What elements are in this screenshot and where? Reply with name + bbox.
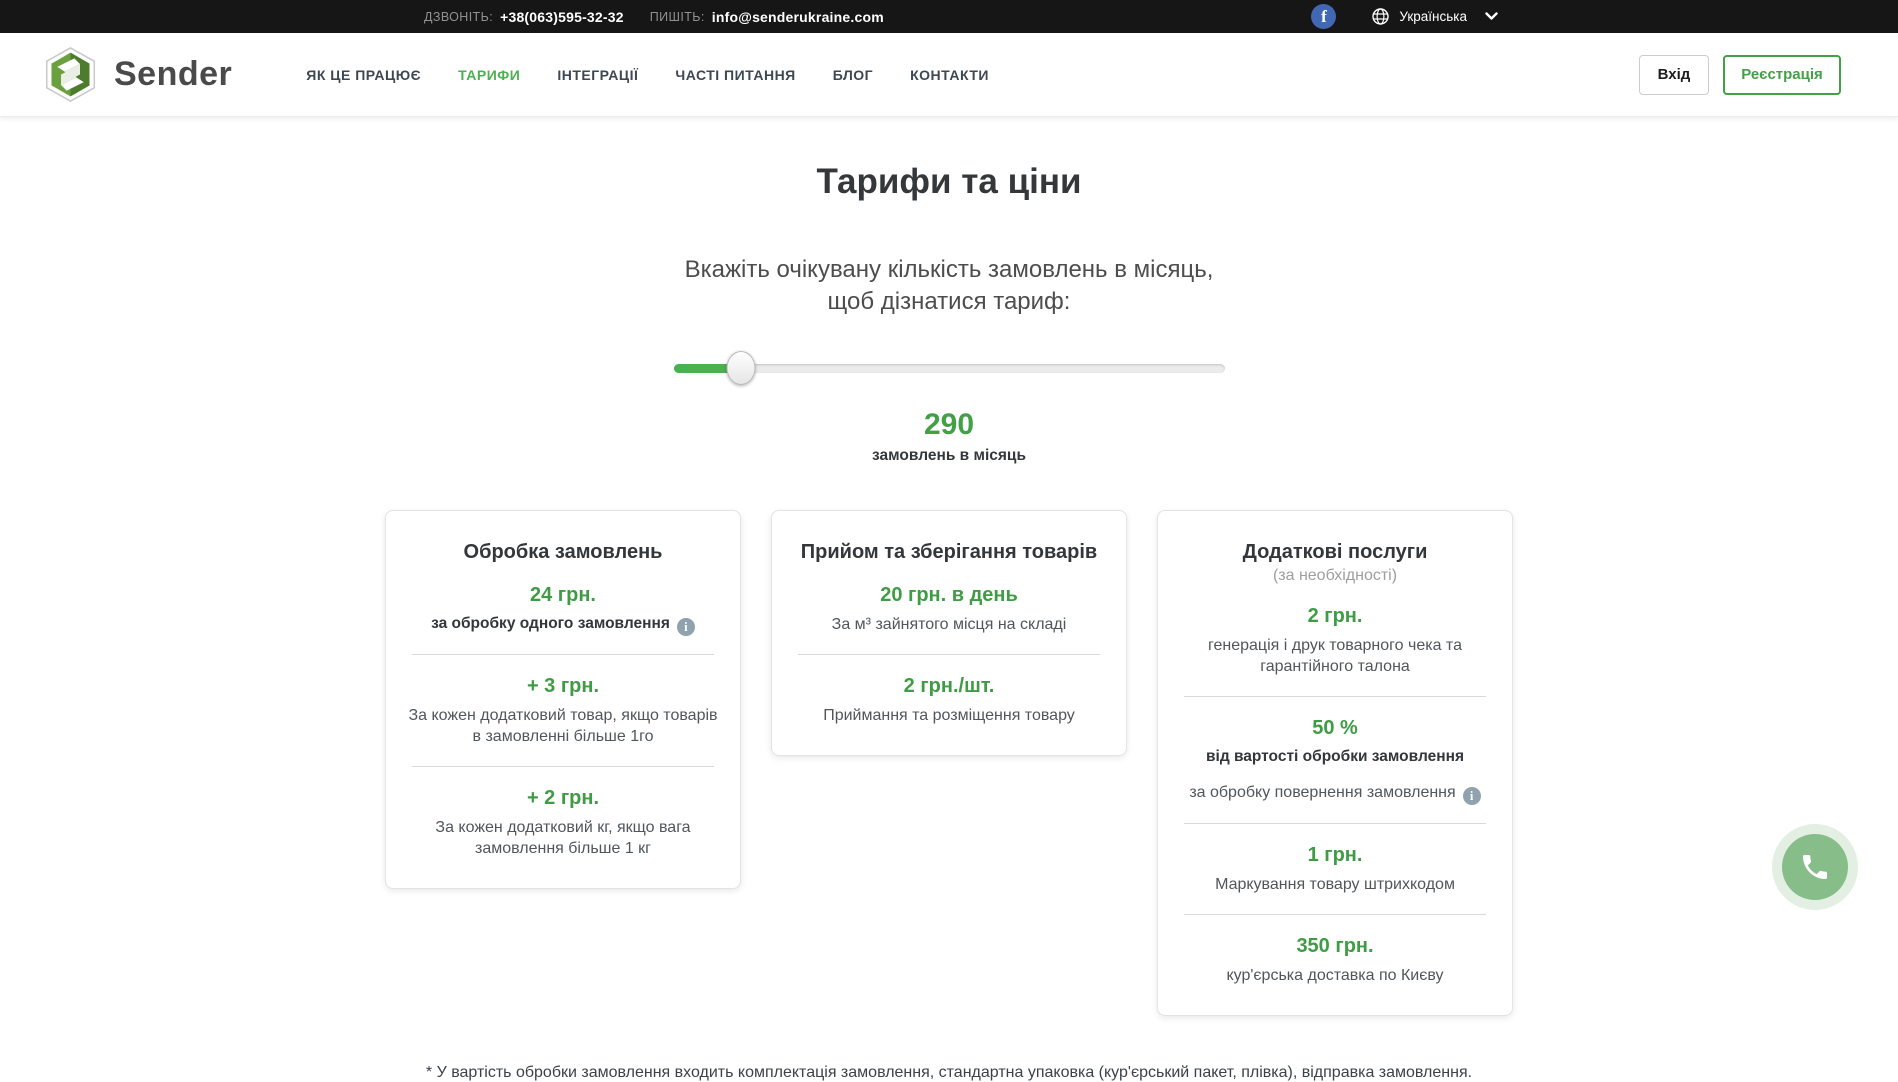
auth-buttons: Вхід Реєстрація [1639,55,1841,95]
sender-logo-icon [42,46,99,103]
globe-icon [1372,8,1389,25]
slider-question-line2: щоб дізнатися тариф: [0,286,1898,318]
topbar-right: f Українська [1311,0,1498,33]
price-value: 2 грн. [1176,605,1494,628]
orders-slider [674,351,1225,385]
card-title: Прийом та зберігання товарів [790,541,1108,564]
orders-count: 290 [0,408,1898,442]
slider-question: Вкажіть очікувану кількість замовлень в … [0,254,1898,317]
top-bar: ДЗВОНІТЬ: +38(063)595-32-32 ПИШІТЬ: info… [0,0,1898,33]
card-divider [798,654,1100,655]
write-label: ПИШІТЬ: [650,10,705,24]
facebook-icon[interactable]: f [1311,4,1336,29]
price-value: 20 грн. в день [790,584,1108,607]
pricing-card-1: Обробка замовлень 24 грн. за обробку одног… [385,510,741,888]
site-header: Sender ЯК ЦЕ ПРАЦЮЄ ТАРИФИ ІНТЕГРАЦІЇ ЧАСТІ… [0,33,1898,117]
card-title: Додаткові послуги [1176,541,1494,564]
price-bold-label: від вартості обробки замовлення [1176,747,1494,767]
brand-name: Sender [114,55,232,94]
card-title: Обробка замовлень [404,541,722,564]
price-description: за обробку повернення замовленняi [1176,783,1494,805]
pricing-card-3: Додаткові послуги (за необхідності) 2 грн.… [1157,510,1513,1015]
card-divider [412,766,714,767]
main-nav: ЯК ЦЕ ПРАЦЮЄ ТАРИФИ ІНТЕГРАЦІЇ ЧАСТІ ПИТАНН… [306,67,1026,83]
call-fab-button[interactable] [1772,824,1858,910]
price-value: 24 грн. [404,584,722,607]
slider-thumb[interactable] [727,351,756,385]
price-description: Маркування товару штрихкодом [1176,875,1494,896]
nav-item-blog[interactable]: БЛОГ [833,67,873,83]
nav-item-integrations[interactable]: ІНТЕГРАЦІЇ [557,67,638,83]
card-divider [412,654,714,655]
slider-track[interactable] [674,364,1225,373]
pricing-card-2: Прийом та зберігання товарів 20 грн. в де… [771,510,1127,756]
nav-item-faq[interactable]: ЧАСТІ ПИТАННЯ [675,67,795,83]
price-description: За кожен додатковий товар, якщо товарів … [404,706,722,748]
call-fab-inner [1782,834,1848,900]
pricing-footnote: * У вартість обробки замовлення входить … [0,1064,1898,1082]
card-subtitle: (за необхідності) [1176,567,1494,585]
card-divider [1184,914,1486,915]
price-bold-label: за обробку одного замовленняi [404,614,722,636]
price-description: За кожен додатковий кг, якщо вага замовл… [404,818,722,860]
brand-logo[interactable]: Sender [42,46,232,103]
chevron-down-icon[interactable] [1485,12,1498,21]
email-link[interactable]: info@senderukraine.com [712,9,884,25]
price-value: + 3 грн. [404,675,722,698]
call-label: ДЗВОНІТЬ: [424,10,493,24]
register-button[interactable]: Реєстрація [1723,55,1841,95]
nav-item-tariffs[interactable]: ТАРИФИ [458,67,520,83]
info-icon[interactable]: i [677,618,695,636]
phone-number[interactable]: +38(063)595-32-32 [500,9,624,25]
login-button[interactable]: Вхід [1639,55,1709,95]
phone-icon [1799,851,1831,883]
price-description: кур'єрська доставка по Києву [1176,966,1494,987]
price-value: 50 % [1176,717,1494,740]
price-description: генерація і друк товарного чека та гаран… [1176,636,1494,678]
card-divider [1184,823,1486,824]
topbar-contacts: ДЗВОНІТЬ: +38(063)595-32-32 ПИШІТЬ: info… [424,0,884,33]
price-value: 350 грн. [1176,935,1494,958]
price-value: + 2 грн. [404,787,722,810]
pricing-cards: Обробка замовлень 24 грн. за обробку одног… [0,510,1898,1015]
price-description: Приймання та розміщення товару [790,706,1108,727]
price-value: 1 грн. [1176,844,1494,867]
nav-item-how-it-works[interactable]: ЯК ЦЕ ПРАЦЮЄ [306,67,421,83]
price-value: 2 грн./шт. [790,675,1108,698]
slider-question-line1: Вкажіть очікувану кількість замовлень в … [0,254,1898,286]
nav-item-contacts[interactable]: КОНТАКТИ [910,67,989,83]
price-description: За м³ зайнятого місця на складі [790,615,1108,636]
page-title: Тарифи та ціни [0,162,1898,202]
card-divider [1184,696,1486,697]
info-icon[interactable]: i [1463,787,1481,805]
language-selector[interactable]: Українська [1399,9,1467,24]
orders-count-label: замовлень в місяць [0,447,1898,465]
